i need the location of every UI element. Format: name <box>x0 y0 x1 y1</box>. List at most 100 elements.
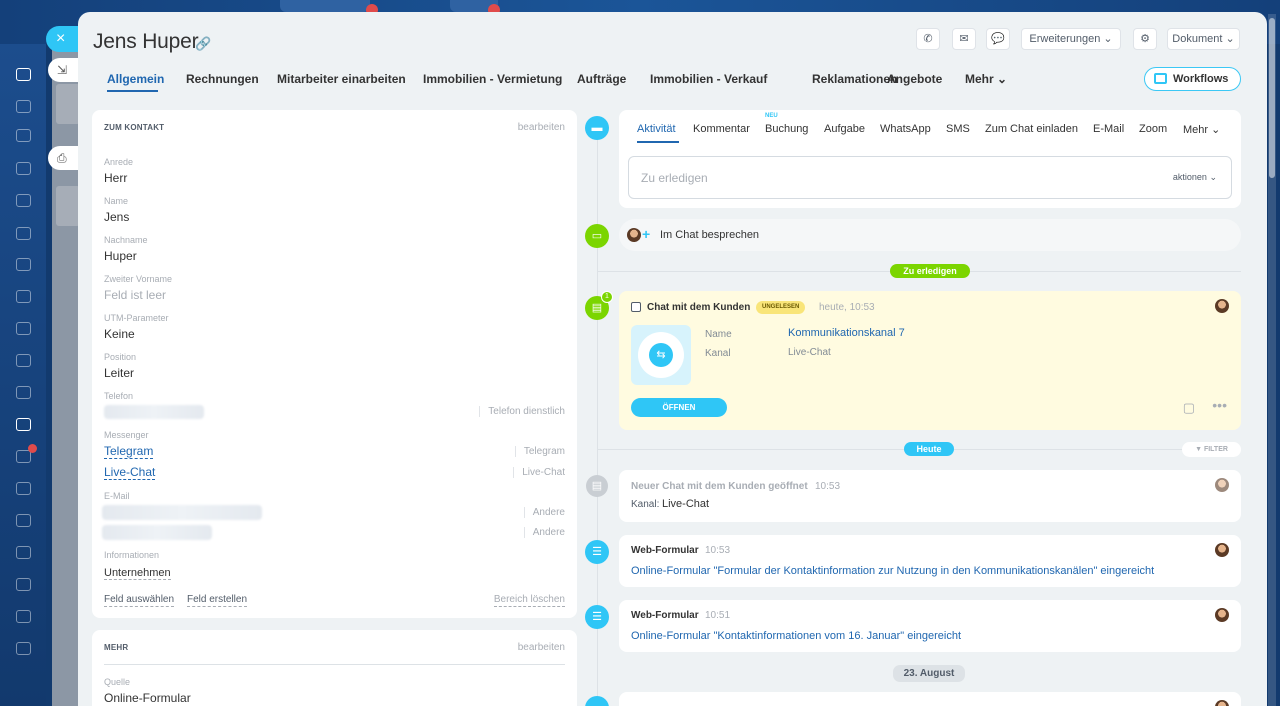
drive-icon[interactable] <box>16 227 31 240</box>
tab-zum-chat-einladen[interactable]: Zum Chat einladen <box>985 123 1078 135</box>
edit-link[interactable]: bearbeiten <box>518 642 565 653</box>
database-icon[interactable] <box>16 546 31 559</box>
form-dot: ☰ <box>585 605 609 629</box>
chevron-down-icon: ⌄ <box>1209 172 1217 182</box>
tab-mehr[interactable]: Mehr ⌄ <box>965 72 1007 86</box>
document-label: Dokument <box>1172 33 1223 45</box>
tab-immobilien-verkauf[interactable]: Immobilien - Verkauf <box>650 72 767 86</box>
checklist-icon[interactable] <box>16 354 31 367</box>
tab-email[interactable]: E-Mail <box>1093 123 1124 135</box>
tab-aktivitaet[interactable]: Aktivität <box>637 123 676 135</box>
create-field-link[interactable]: Feld erstellen <box>187 594 248 607</box>
phone-value-redacted[interactable] <box>104 405 204 419</box>
chat-button[interactable]: 💬 <box>986 28 1010 50</box>
close-slider-button[interactable]: × <box>46 26 80 52</box>
tab-sms[interactable]: SMS <box>946 123 970 135</box>
settings-button[interactable]: ⚙ <box>1133 28 1157 50</box>
email-value-redacted[interactable] <box>102 505 262 520</box>
name-value-link[interactable]: Kommunikationskanal 7 <box>788 327 905 339</box>
messenger-type: Telegram <box>514 446 565 457</box>
tab-zoom[interactable]: Zoom <box>1139 123 1167 135</box>
field-label: Position <box>104 352 137 362</box>
field-value[interactable]: Herr <box>104 171 127 185</box>
todo-placeholder: Zu erledigen <box>641 171 708 185</box>
messenger-label: Messenger <box>104 430 149 440</box>
tab-angebote[interactable]: Angebote <box>887 72 942 86</box>
note-icon[interactable]: ▢ <box>1183 400 1195 416</box>
tab-reklamationen[interactable]: Reklamationen <box>812 72 897 86</box>
document-dropdown[interactable]: Dokument ⌄ <box>1167 28 1240 50</box>
email-button[interactable]: ✉ <box>952 28 976 50</box>
item-link[interactable]: Online-Formular "Kontaktinformationen vo… <box>631 630 961 642</box>
messenger-link[interactable]: Live-Chat <box>104 466 156 480</box>
team-icon[interactable] <box>16 610 31 623</box>
home-icon[interactable] <box>16 68 31 81</box>
open-button[interactable]: ÖFFNEN <box>631 398 727 417</box>
form-icon: ☰ <box>592 611 602 623</box>
select-field-link[interactable]: Feld auswählen <box>104 594 175 607</box>
email-value-redacted[interactable] <box>102 525 212 540</box>
tab-auftraege[interactable]: Aufträge <box>577 72 626 86</box>
field-value[interactable]: Jens <box>104 210 129 224</box>
tasks-icon[interactable] <box>16 129 31 142</box>
tab-immobilien-vermietung[interactable]: Immobilien - Vermietung <box>423 72 562 86</box>
tab-kommentar[interactable]: Kommentar <box>693 123 750 135</box>
filter-icon: ▼ <box>1195 446 1202 453</box>
tab-aufgabe[interactable]: Aufgabe <box>824 123 865 135</box>
complete-checkbox[interactable] <box>631 302 641 312</box>
field-value[interactable]: Leiter <box>104 366 134 380</box>
filter-button[interactable]: ▼ FILTER <box>1182 442 1241 457</box>
avatar <box>1215 478 1229 492</box>
tab-mitarbeiter-einarbeiten[interactable]: Mitarbeiter einarbeiten <box>277 72 406 86</box>
section-title: MEHR <box>104 643 129 652</box>
field-value[interactable]: Keine <box>104 327 135 341</box>
clear-section-link[interactable]: Bereich löschen <box>493 594 565 607</box>
chat-discuss-bar[interactable]: + Im Chat besprechen <box>619 219 1241 251</box>
tab-mehr-activity[interactable]: Mehr ⌄ <box>1183 123 1220 136</box>
tab-rechnungen[interactable]: Rechnungen <box>186 72 259 86</box>
edit-link[interactable]: bearbeiten <box>518 122 565 133</box>
chat-dot: ▭ <box>585 224 609 248</box>
more-icon[interactable]: ••• <box>1212 397 1227 413</box>
background-tab <box>280 0 370 12</box>
info-value[interactable]: Unternehmen <box>104 567 171 580</box>
field-value[interactable]: Feld ist leer <box>104 288 166 302</box>
tab-whatsapp[interactable]: WhatsApp <box>880 123 931 135</box>
chat-icon[interactable] <box>16 290 31 303</box>
calendar-icon[interactable] <box>16 322 31 335</box>
settings-icon[interactable] <box>16 642 31 655</box>
channel-value: Live-Chat <box>788 347 831 358</box>
feed-icon[interactable] <box>16 100 31 113</box>
workflows-button[interactable]: Workflows <box>1144 67 1241 91</box>
analytics-icon[interactable] <box>16 386 31 399</box>
minimize-button[interactable]: ⇲ <box>48 58 80 82</box>
link-icon[interactable]: 🔗 <box>195 36 211 52</box>
tab-allgemein[interactable]: Allgemein <box>107 72 164 86</box>
todo-actions-dropdown[interactable]: aktionen ⌄ <box>1173 172 1217 183</box>
item-link[interactable]: Online-Formular "Formular der Kontaktinf… <box>631 565 1154 577</box>
chat-item-title: Chat mit dem Kunden <box>647 302 751 313</box>
scrollbar-thumb[interactable] <box>1269 18 1275 178</box>
chat-discuss-label: Im Chat besprechen <box>660 229 760 241</box>
shop-icon[interactable] <box>16 418 31 431</box>
messenger-link[interactable]: Telegram <box>104 445 154 459</box>
sign-icon[interactable] <box>16 514 31 527</box>
item-title: Neuer Chat mit dem Kunden geöffnet <box>631 481 808 492</box>
contacts-icon[interactable] <box>16 162 31 175</box>
tab-mehr-label: Mehr <box>965 72 994 86</box>
workflows-label: Workflows <box>1173 73 1229 85</box>
automation-icon[interactable] <box>16 482 31 495</box>
tab-buchung[interactable]: Buchung <box>765 123 808 135</box>
field-value[interactable]: Online-Formular <box>104 691 191 705</box>
avatar <box>1215 543 1229 557</box>
chat-icon: ▤ <box>591 480 603 492</box>
documents-icon[interactable] <box>16 194 31 207</box>
extensions-dropdown[interactable]: Erweiterungen ⌄ <box>1021 28 1121 50</box>
field-value[interactable]: Huper <box>104 249 137 263</box>
call-button[interactable]: ✆ <box>916 28 940 50</box>
apps-icon[interactable] <box>16 578 31 591</box>
sites-icon[interactable] <box>16 258 31 271</box>
print-button[interactable]: ⎙ <box>48 146 80 170</box>
timeline-item: Web-Formular 10:53 Online-Formular "Form… <box>619 535 1241 587</box>
todo-input[interactable]: Zu erledigen aktionen ⌄ <box>628 156 1232 199</box>
